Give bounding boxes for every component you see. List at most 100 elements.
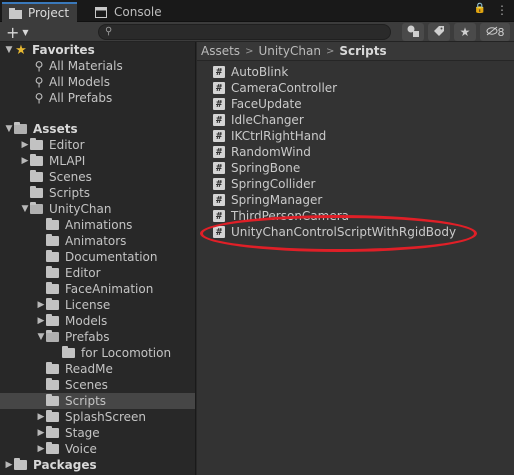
file-item-randomwind[interactable]: # RandomWind xyxy=(213,144,311,160)
tree-item-documentation[interactable]: Documentation xyxy=(0,249,195,265)
tree-item-faceanimation[interactable]: FaceAnimation xyxy=(0,281,195,297)
tree-item-label: All Materials xyxy=(49,59,123,73)
file-item-thirdpersoncamera[interactable]: # ThirdPersonCamera xyxy=(213,208,349,224)
tree-item-favorites[interactable]: ▼ ★ Favorites xyxy=(0,42,195,58)
tree-item-label: Assets xyxy=(33,122,78,136)
tree-item-all-models[interactable]: ⚲ All Models xyxy=(0,74,195,90)
tree-item-packages[interactable]: ▶ Packages xyxy=(0,457,195,473)
tree-item-assets[interactable]: ▼ Assets xyxy=(0,121,195,137)
folder-icon xyxy=(30,170,43,182)
search-input[interactable] xyxy=(119,25,384,39)
search-field[interactable]: ⚲ xyxy=(98,24,391,40)
tree-item-splashscreen[interactable]: ▶ SplashScreen xyxy=(0,409,195,425)
folder-icon xyxy=(62,346,75,358)
hidden-packages-button[interactable]: 8 xyxy=(480,23,510,41)
expand-arrow-icon[interactable]: ▶ xyxy=(36,412,46,422)
tree-item-editor[interactable]: ▶ Editor xyxy=(0,137,195,153)
file-name: SpringBone xyxy=(231,161,301,175)
chevron-right-icon: > xyxy=(245,45,254,57)
tree-item-label: Scenes xyxy=(49,170,92,184)
file-item-springbone[interactable]: # SpringBone xyxy=(213,160,300,176)
tree-item-label: All Prefabs xyxy=(49,91,113,105)
file-name: SpringCollider xyxy=(231,177,316,191)
expand-arrow-icon[interactable]: ▼ xyxy=(4,124,14,134)
expand-arrow-icon[interactable]: ▶ xyxy=(4,460,14,470)
file-item-faceupdate[interactable]: # FaceUpdate xyxy=(213,96,302,112)
folder-icon xyxy=(46,426,59,438)
tab-label: Console xyxy=(114,5,162,19)
tree-item-voice[interactable]: ▶ Voice xyxy=(0,441,195,457)
file-item-idlechanger[interactable]: # IdleChanger xyxy=(213,112,304,128)
expand-arrow-icon[interactable]: ▶ xyxy=(20,140,30,150)
tree-item-prefabs[interactable]: ▼ Prefabs xyxy=(0,329,195,345)
tree-item-for-locomotion[interactable]: for Locomotion xyxy=(0,345,195,361)
search-icon: ⚲ xyxy=(105,26,113,37)
expand-arrow-icon[interactable]: ▶ xyxy=(36,316,46,326)
file-name: AutoBlink xyxy=(231,65,289,79)
tree-item-label: Animations xyxy=(65,218,133,232)
tree-item-stage[interactable]: ▶ Stage xyxy=(0,425,195,441)
folder-icon xyxy=(46,250,59,262)
tree-item-label: Animators xyxy=(65,234,127,248)
file-item-springmanager[interactable]: # SpringManager xyxy=(213,192,322,208)
tab-project[interactable]: Project xyxy=(2,2,78,22)
file-item-cameracontroller[interactable]: # CameraController xyxy=(213,80,337,96)
tree-item-all-prefabs[interactable]: ⚲ All Prefabs xyxy=(0,90,195,106)
tree-item-label: MLAPI xyxy=(49,154,86,168)
file-item-ikctrlrighthand[interactable]: # IKCtrlRightHand xyxy=(213,128,326,144)
expand-arrow-icon[interactable]: ▼ xyxy=(20,204,30,214)
tree-item-license[interactable]: ▶ License xyxy=(0,297,195,313)
expand-arrow-icon[interactable]: ▶ xyxy=(36,428,46,438)
search-icon: ⚲ xyxy=(34,75,44,89)
tree-item-readme[interactable]: ReadMe xyxy=(0,361,195,377)
folder-icon xyxy=(46,378,59,390)
chevron-right-icon: > xyxy=(325,45,335,57)
csharp-script-icon: # xyxy=(213,98,225,110)
tree-item-animations[interactable]: Animations xyxy=(0,217,195,233)
tree-item-label: for Locomotion xyxy=(81,346,172,360)
tab-console[interactable]: Console xyxy=(88,2,170,22)
eye-slash-icon xyxy=(486,26,498,39)
expand-arrow-icon[interactable]: ▶ xyxy=(36,300,46,310)
file-item-unitychancontrolscriptwithrgidbody[interactable]: # UnityChanControlScriptWithRgidBody xyxy=(213,224,456,240)
file-item-springcollider[interactable]: # SpringCollider xyxy=(213,176,315,192)
tree-item-animators[interactable]: Animators xyxy=(0,233,195,249)
expand-arrow-icon[interactable]: ▼ xyxy=(36,332,46,342)
tree-item-all-materials[interactable]: ⚲ All Materials xyxy=(0,58,195,74)
lock-icon[interactable]: 🔒 xyxy=(474,3,486,17)
tree-item-scripts-selected[interactable]: Scripts xyxy=(0,393,195,409)
project-tree: ▼ ★ Favorites ⚲ All Materials ⚲ All Mode… xyxy=(0,42,196,475)
tree-item-editor-2[interactable]: Editor xyxy=(0,265,195,281)
expand-arrow-icon[interactable]: ▼ xyxy=(4,45,14,55)
tree-item-models[interactable]: ▶ Models xyxy=(0,313,195,329)
tree-item-label: Stage xyxy=(65,426,100,440)
star-icon: ★ xyxy=(15,42,27,58)
search-icon: ⚲ xyxy=(34,59,44,73)
expand-arrow-icon[interactable]: ▶ xyxy=(20,156,30,166)
project-toolbar: + ▼ ⚲ ★ 8 xyxy=(0,22,514,42)
tree-item-scripts[interactable]: Scripts xyxy=(0,185,195,201)
breadcrumb-unitychan[interactable]: UnityChan xyxy=(258,44,320,58)
breadcrumb-scripts[interactable]: Scripts xyxy=(339,44,386,58)
folder-icon xyxy=(30,138,43,150)
tree-item-label: Documentation xyxy=(65,250,158,264)
file-item-autoblink[interactable]: # AutoBlink xyxy=(213,64,288,80)
tree-item-unitychan[interactable]: ▼ UnityChan xyxy=(0,201,195,217)
tree-item-label: Models xyxy=(65,314,108,328)
hidden-count: 8 xyxy=(497,25,505,39)
create-button[interactable]: + ▼ xyxy=(6,22,29,42)
tree-item-scenes-2[interactable]: Scenes xyxy=(0,377,195,393)
tree-item-scenes[interactable]: Scenes xyxy=(0,169,195,185)
csharp-script-icon: # xyxy=(213,146,225,158)
more-options-icon[interactable]: ⋮ xyxy=(496,3,508,17)
folder-icon xyxy=(46,218,59,230)
breadcrumb-assets[interactable]: Assets xyxy=(201,44,240,58)
favorite-button[interactable]: ★ xyxy=(454,23,476,41)
tree-item-label: Favorites xyxy=(32,43,95,57)
expand-arrow-icon[interactable]: ▶ xyxy=(36,444,46,454)
search-by-label-button[interactable] xyxy=(428,23,450,41)
search-by-type-button[interactable] xyxy=(402,23,424,41)
tree-item-mlapi[interactable]: ▶ MLAPI xyxy=(0,153,195,169)
tree-item-label: License xyxy=(65,298,111,312)
file-name: UnityChanControlScriptWithRgidBody xyxy=(231,225,457,239)
